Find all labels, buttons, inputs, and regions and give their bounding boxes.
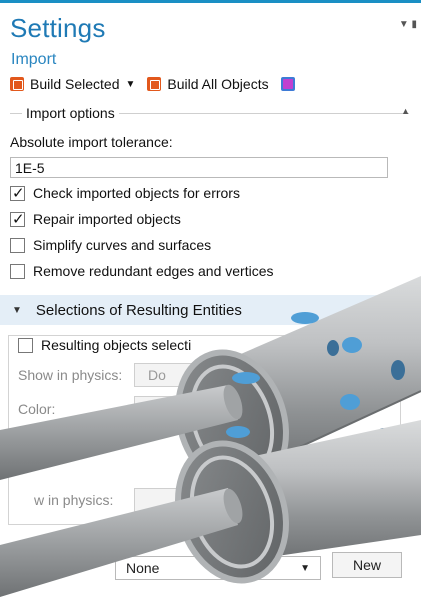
tube-assembly-render xyxy=(0,276,421,597)
